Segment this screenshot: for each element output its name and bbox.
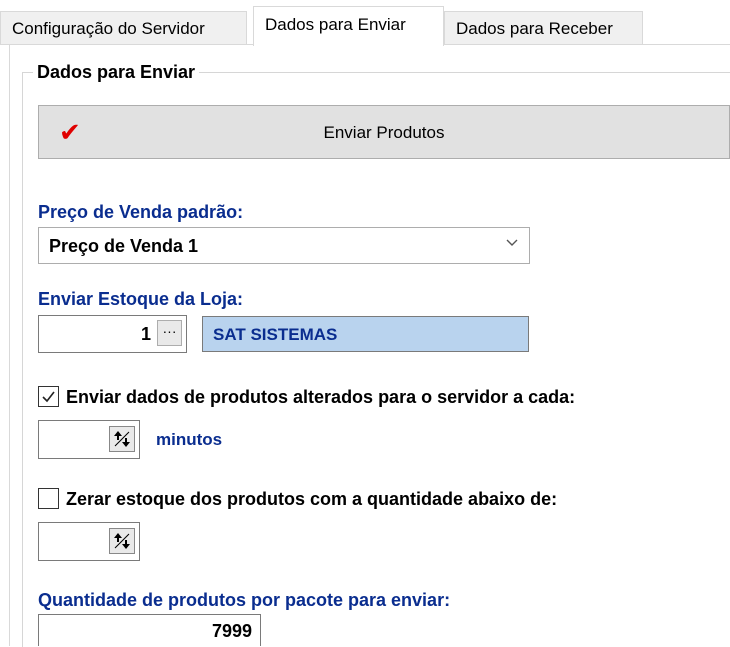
store-name-field: SAT SISTEMAS [202,316,529,352]
interval-spinner[interactable] [38,420,140,459]
package-quantity-value: 7999 [211,621,252,641]
tab-bar: Configuração do Servidor Dados para Envi… [0,0,730,46]
auto-send-label: Enviar dados de produtos alterados para … [66,387,576,407]
zero-stock-checkbox[interactable] [38,488,59,509]
tab-receive-data[interactable]: Dados para Receber [444,11,643,44]
store-code-value: 1 [140,324,151,344]
interval-unit-label: minutos [156,430,223,449]
threshold-spin-button[interactable] [109,528,135,554]
tab-label: Dados para Enviar [265,15,406,34]
chevron-down-icon [506,239,518,246]
default-price-label: Preço de Venda padrão: [38,202,244,222]
send-products-label: Enviar Produtos [323,123,445,142]
interval-spin-button[interactable] [109,426,135,452]
tab-label: Configuração do Servidor [12,19,205,38]
default-price-value: Preço de Venda 1 [49,236,199,256]
store-name-value: SAT SISTEMAS [213,325,338,344]
store-code-field[interactable]: 1 ··· [38,315,187,353]
auto-send-checkbox[interactable] [38,386,59,407]
up-down-arrows-icon [114,431,130,447]
store-stock-label: Enviar Estoque da Loja: [38,289,244,309]
groupbox-title: Dados para Enviar [33,61,200,83]
tab-send-data[interactable]: Dados para Enviar [253,6,444,46]
store-lookup-button[interactable]: ··· [157,320,182,346]
send-products-button[interactable]: ✔ Enviar Produtos [38,105,730,159]
tab-server-config[interactable]: Configuração do Servidor [0,11,247,44]
up-down-arrows-icon [114,533,130,549]
checkmark-icon [42,391,55,403]
default-price-select[interactable]: Preço de Venda 1 [38,227,530,264]
tab-label: Dados para Receber [456,19,613,38]
threshold-spinner[interactable] [38,522,140,561]
zero-stock-label: Zerar estoque dos produtos com a quantid… [66,489,558,509]
package-quantity-label: Quantidade de produtos por pacote para e… [38,590,451,610]
package-quantity-field[interactable]: 7999 [38,614,261,646]
